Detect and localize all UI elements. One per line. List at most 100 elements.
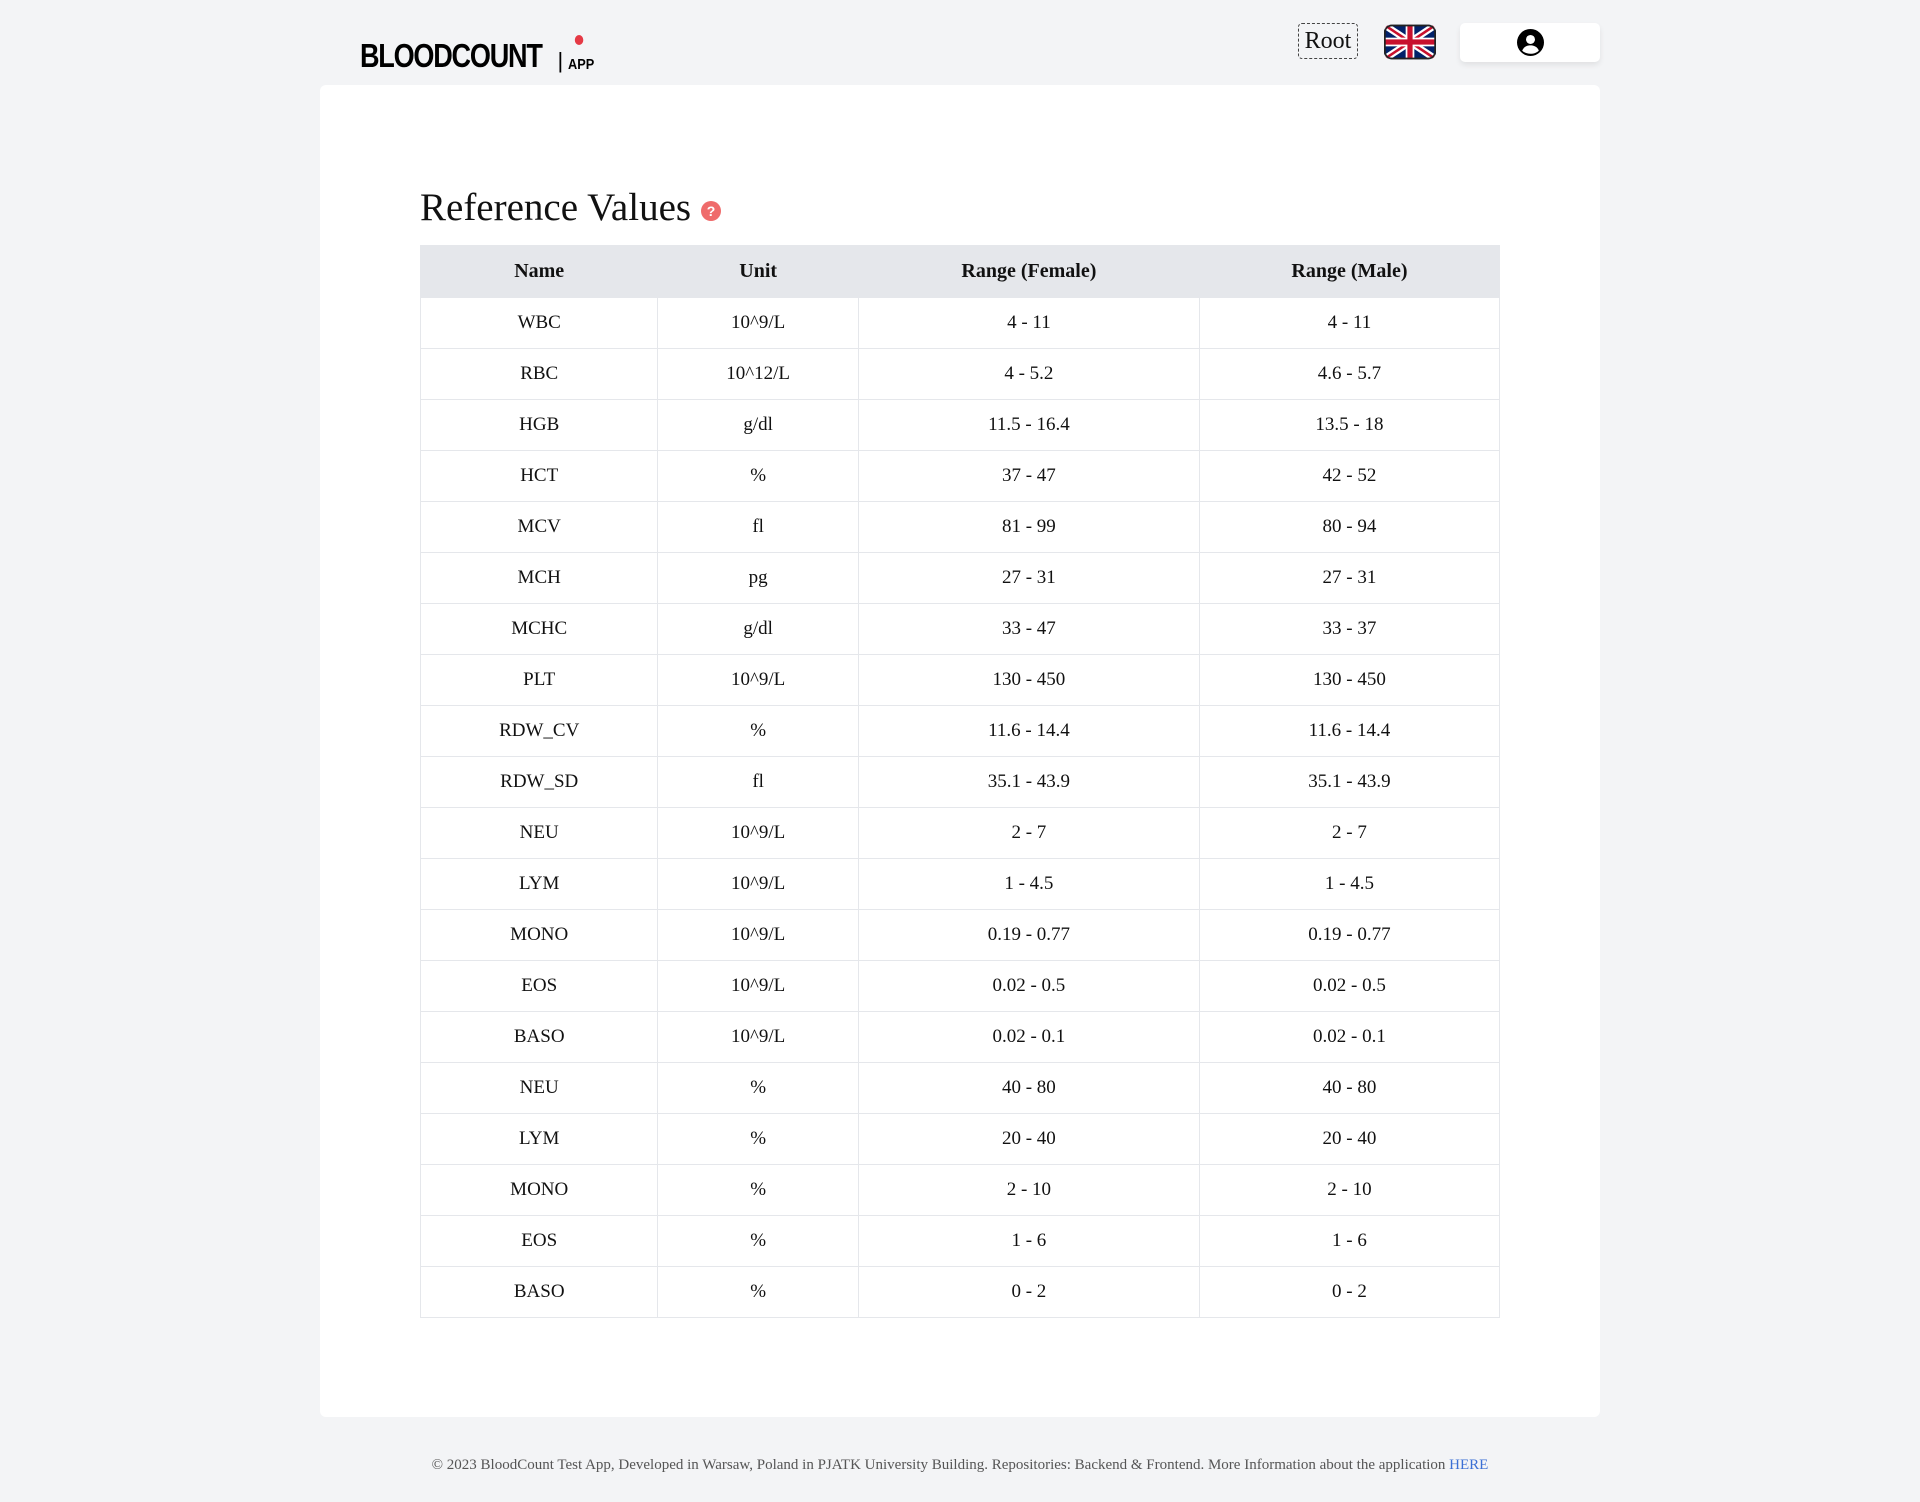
table-row: RDW_CV% 11.6 - 14.4 11.6 - 14.4 [419, 705, 1501, 757]
cell-range-female: 0.19 - 0.77 [857, 909, 1200, 961]
footer-more-info-link[interactable]: HERE [1449, 1457, 1488, 1473]
cell-range-male: 35.1 - 43.9 [1198, 756, 1501, 808]
cell-range-male: 2 - 7 [1198, 807, 1501, 859]
table-row: EOS% 1 - 61 - 6 [419, 1215, 1501, 1267]
column-header-unit: Unit [657, 245, 859, 298]
cell-unit: 10^12/L [657, 348, 859, 400]
cell-name: MONO [419, 1164, 659, 1216]
footer-text: © 2023 BloodCount Test App, Developed in… [431, 1457, 1446, 1473]
title-row: Reference Values ? [420, 185, 722, 230]
svg-text:?: ? [707, 203, 716, 219]
cell-name: EOS [419, 960, 659, 1012]
cell-range-male: 0.02 - 0.5 [1198, 960, 1501, 1012]
cell-range-female: 81 - 99 [857, 501, 1200, 553]
main-card: Reference Values ? Name Unit Range (Fema… [320, 85, 1600, 1417]
cell-unit: 10^9/L [657, 960, 859, 1012]
cell-range-male: 1 - 6 [1198, 1215, 1501, 1267]
cell-name: BASO [419, 1011, 659, 1063]
table-row: HGB g/dl 11.5 - 16.4 13.5 - 18 [419, 399, 1501, 451]
cell-name: HGB [419, 399, 659, 451]
cell-range-male: 2 - 10 [1198, 1164, 1501, 1216]
app-logo[interactable]: BLOODCOUNT | APP [360, 24, 599, 76]
cell-range-female: 130 - 450 [857, 654, 1200, 706]
top-bar: BLOODCOUNT | APP Root [320, 20, 1600, 86]
page-title: Reference Values [420, 186, 692, 229]
column-header-name: Name [419, 245, 659, 298]
cell-range-female: 4 - 5.2 [857, 348, 1200, 400]
cell-range-male: 33 - 37 [1198, 603, 1501, 655]
table-row: NEU% 40 - 80 40 - 80 [419, 1062, 1501, 1114]
cell-range-male: 42 - 52 [1198, 450, 1501, 502]
table-row: LYM% 20 - 40 20 - 40 [419, 1113, 1501, 1165]
logo-separator: | [557, 48, 564, 73]
table-row: MCV fl 81 - 99 80 - 94 [419, 501, 1501, 553]
table-row: MCHC g/dl 33 - 47 33 - 37 [419, 603, 1501, 655]
table-header-row: Name Unit Range (Female) Range (Male) [419, 245, 1501, 298]
cell-range-female: 20 - 40 [857, 1113, 1200, 1165]
cell-range-male: 40 - 80 [1198, 1062, 1501, 1114]
cell-name: WBC [419, 297, 659, 349]
cell-range-female: 11.6 - 14.4 [857, 705, 1200, 757]
cell-unit: % [657, 450, 859, 502]
cell-range-male: 4.6 - 5.7 [1198, 348, 1501, 400]
account-menu-button[interactable] [1460, 23, 1600, 62]
cell-range-male: 130 - 450 [1198, 654, 1501, 706]
cell-range-male: 0.02 - 0.1 [1198, 1011, 1501, 1063]
cell-name: RDW_SD [419, 756, 659, 808]
cell-range-female: 33 - 47 [857, 603, 1200, 655]
cell-range-male: 27 - 31 [1198, 552, 1501, 604]
cell-unit: 10^9/L [657, 1011, 859, 1063]
cell-unit: % [657, 1062, 859, 1114]
cell-range-female: 11.5 - 16.4 [857, 399, 1200, 451]
cell-name: HCT [419, 450, 659, 502]
table-row: RDW_SD fl 35.1 - 43.9 35.1 - 43.9 [419, 756, 1501, 808]
cell-range-male: 20 - 40 [1198, 1113, 1501, 1165]
logo-dot-icon [575, 35, 584, 45]
logo-subtitle-text: APP [568, 56, 595, 73]
cell-range-female: 27 - 31 [857, 552, 1200, 604]
cell-range-male: 0 - 2 [1198, 1266, 1501, 1318]
table-row: HCT% 37 - 47 42 - 52 [419, 450, 1501, 502]
cell-unit: 10^9/L [657, 807, 859, 859]
cell-unit: % [657, 1113, 859, 1165]
table-row: EOS 10^9/L 0.02 - 0.5 0.02 - 0.5 [419, 960, 1501, 1012]
column-header-range-male: Range (Male) [1198, 245, 1501, 298]
cell-name: LYM [419, 858, 659, 910]
cell-name: RBC [419, 348, 659, 400]
uk-flag-icon [1384, 24, 1436, 60]
cell-range-female: 0.02 - 0.5 [857, 960, 1200, 1012]
table-body: WBC 10^9/L 4 - 11 4 - 11 RBC 10^12/L 4 - 5.2 4.… [419, 297, 1501, 1318]
table-row: NEU 10^9/L 2 - 72 - 7 [419, 807, 1501, 859]
cell-unit: % [657, 1266, 859, 1318]
footer: © 2023 BloodCount Test App, Developed in… [0, 1457, 1920, 1474]
cell-unit: fl [657, 756, 859, 808]
cell-unit: pg [657, 552, 859, 604]
cell-range-female: 35.1 - 43.9 [857, 756, 1200, 808]
cell-range-female: 2 - 10 [857, 1164, 1200, 1216]
cell-name: MCHC [419, 603, 659, 655]
cell-name: MCH [419, 552, 659, 604]
cell-unit: % [657, 1164, 859, 1216]
cell-name: NEU [419, 807, 659, 859]
cell-range-male: 80 - 94 [1198, 501, 1501, 553]
cell-name: EOS [419, 1215, 659, 1267]
table-row: RBC 10^12/L 4 - 5.2 4.6 - 5.7 [419, 348, 1501, 400]
cell-unit: 10^9/L [657, 858, 859, 910]
cell-range-female: 1 - 6 [857, 1215, 1200, 1267]
cell-unit: % [657, 705, 859, 757]
language-switch-button[interactable] [1384, 24, 1436, 60]
cell-name: LYM [419, 1113, 659, 1165]
role-badge-button[interactable]: Root [1298, 23, 1358, 59]
cell-unit: fl [657, 501, 859, 553]
cell-range-female: 40 - 80 [857, 1062, 1200, 1114]
cell-unit: % [657, 1215, 859, 1267]
table-row: LYM 10^9/L 1 - 4.5 1 - 4.5 [419, 858, 1501, 910]
cell-unit: g/dl [657, 399, 859, 451]
cell-name: MONO [419, 909, 659, 961]
cell-range-male: 1 - 4.5 [1198, 858, 1501, 910]
table-row: MCH pg 27 - 31 27 - 31 [419, 552, 1501, 604]
cell-range-male: 4 - 11 [1198, 297, 1501, 349]
reference-values-table: Name Unit Range (Female) Range (Male) WB… [419, 245, 1501, 1318]
question-circle-icon[interactable]: ? [701, 200, 722, 221]
cell-range-female: 1 - 4.5 [857, 858, 1200, 910]
